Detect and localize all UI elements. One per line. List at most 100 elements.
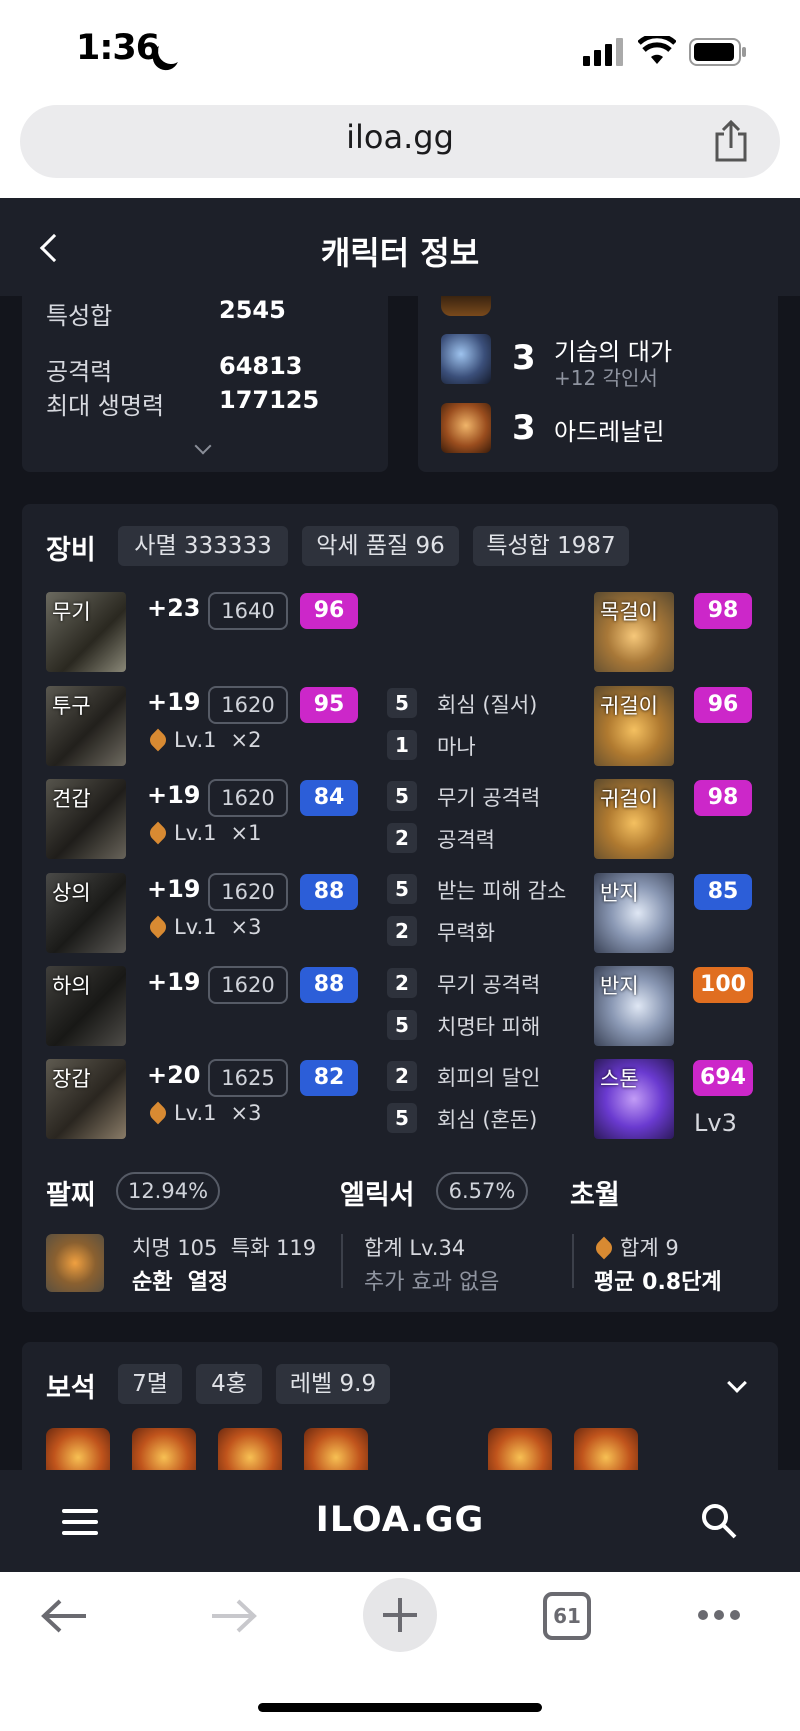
gems-chip: 4홍 (196, 1364, 262, 1404)
slot-label: 장갑 (52, 1067, 91, 1091)
gem-icon (218, 1428, 282, 1470)
quality-badge: 85 (694, 874, 752, 910)
lv-text: Lv.1 (174, 1101, 217, 1125)
slot-label: 무기 (52, 600, 91, 624)
forward-arrow-icon[interactable] (208, 1598, 258, 1634)
transcend-level: Lv.1 ×2 (146, 728, 262, 752)
page-title: 캐릭터 정보 (320, 234, 480, 272)
effect-count: 5 (387, 1010, 417, 1040)
tabs-button[interactable]: 61 (543, 1592, 591, 1640)
engraving-level: 3 (512, 408, 536, 448)
share-icon[interactable] (714, 120, 748, 162)
accessory-slot[interactable]: 반지 (594, 873, 674, 953)
accessory-slot[interactable]: 목걸이 (594, 592, 674, 672)
divider (341, 1234, 343, 1288)
gems-title: 보석 (46, 1373, 96, 1404)
lv-text: Lv.1 (174, 728, 217, 752)
accessory-slot[interactable]: 귀걸이 (594, 686, 674, 766)
slot-label: 귀걸이 (600, 787, 658, 811)
stat-label: 최대 생명력 (46, 392, 165, 420)
effect-count: 5 (387, 1103, 417, 1133)
upgrade-level: +23 (147, 594, 201, 622)
effect-name: 무기 공격력 (437, 973, 541, 997)
armor-slot[interactable]: 견갑 (46, 779, 126, 859)
bracelet-icon (46, 1234, 104, 1292)
equipment-chip: 사멸 333333 (118, 526, 288, 566)
effect-count: 2 (387, 823, 417, 853)
quality-badge: 694 (693, 1060, 753, 1096)
effect-name: 마나 (437, 735, 476, 759)
search-icon[interactable] (700, 1502, 738, 1540)
effect-name: 무력화 (437, 921, 495, 945)
effect-name: 무기 공격력 (437, 786, 541, 810)
elixir-note: 추가 효과 없음 (364, 1270, 500, 1295)
divider (572, 1234, 574, 1288)
back-arrow-icon[interactable] (40, 1598, 90, 1634)
site-logo[interactable]: ILOA.GG (0, 1500, 800, 1540)
engraving-icon (441, 334, 491, 384)
item-level: 1625 (208, 1059, 288, 1097)
transcend-level: Lv.1 ×1 (146, 821, 262, 845)
effect-name: 회심 (혼돈) (437, 1108, 538, 1132)
effect-name: 회피의 달인 (437, 1066, 541, 1090)
effect-name: 받는 피해 감소 (437, 879, 567, 903)
armor-slot[interactable]: 투구 (46, 686, 126, 766)
lv-mult: ×3 (230, 915, 262, 939)
equipment-chip: 특성합 1987 (473, 526, 629, 566)
upgrade-level: +19 (147, 688, 201, 716)
gem-icon (488, 1428, 552, 1470)
armor-slot[interactable]: 장갑 (46, 1059, 126, 1139)
effect-count: 1 (387, 730, 417, 760)
slot-label: 귀걸이 (600, 694, 658, 718)
upgrade-level: +19 (147, 875, 201, 903)
armor-slot[interactable]: 무기 (46, 592, 126, 672)
engraving-sub: +12 각인서 (554, 366, 658, 390)
armor-slot[interactable]: 상의 (46, 873, 126, 953)
effect-count: 5 (387, 874, 417, 904)
stone-level: Lv3 (694, 1109, 737, 1137)
quality-badge: 96 (300, 593, 358, 629)
leaf-icon (146, 1101, 170, 1125)
battery-icon (689, 38, 746, 66)
engraving-icon (441, 403, 491, 453)
more-icon[interactable] (694, 1606, 744, 1624)
stat-value: 177125 (219, 386, 320, 414)
transcend-avg: 평균 0.8단계 (594, 1270, 722, 1295)
bracelet-effects: 순환 열정 (132, 1270, 229, 1295)
equipment-title: 장비 (46, 535, 96, 566)
item-level: 1620 (208, 966, 288, 1004)
stat-label: 공격력 (46, 358, 113, 386)
elixir-title: 엘릭서 (340, 1180, 415, 1211)
elixir-pct: 6.57% (436, 1172, 528, 1210)
accessory-slot[interactable]: 귀걸이 (594, 779, 674, 859)
quality-badge: 95 (300, 687, 358, 723)
equipment-chip: 악세 품질 96 (302, 526, 459, 566)
quality-badge: 88 (300, 874, 358, 910)
accessory-slot[interactable]: 반지 (594, 966, 674, 1046)
address-text[interactable]: iloa.gg (0, 118, 800, 156)
effect-count: 5 (387, 781, 417, 811)
bracelet-title: 팔찌 (46, 1180, 96, 1211)
accessory-slot[interactable]: 스톤 (594, 1059, 674, 1139)
transcend-title: 초월 (570, 1180, 620, 1211)
slot-label: 하의 (52, 974, 91, 998)
quality-badge: 100 (693, 967, 753, 1003)
armor-slot[interactable]: 하의 (46, 966, 126, 1046)
upgrade-level: +20 (147, 1061, 201, 1089)
stat-label: 특성합 (46, 302, 113, 330)
leaf-icon (146, 915, 170, 939)
lv-text: Lv.1 (174, 821, 217, 845)
elixir-total: 합계 Lv.34 (364, 1236, 466, 1260)
upgrade-level: +19 (147, 781, 201, 809)
item-level: 1640 (208, 592, 288, 630)
quality-badge: 84 (300, 780, 358, 816)
item-level: 1620 (208, 686, 288, 724)
wifi-icon (638, 36, 676, 64)
gem-icon (132, 1428, 196, 1470)
effect-count: 2 (387, 1061, 417, 1091)
gem-icon (304, 1428, 368, 1470)
slot-label: 스톤 (600, 1067, 639, 1091)
leaf-icon (146, 728, 170, 752)
lv-mult: ×2 (230, 728, 262, 752)
quality-badge: 98 (694, 593, 752, 629)
